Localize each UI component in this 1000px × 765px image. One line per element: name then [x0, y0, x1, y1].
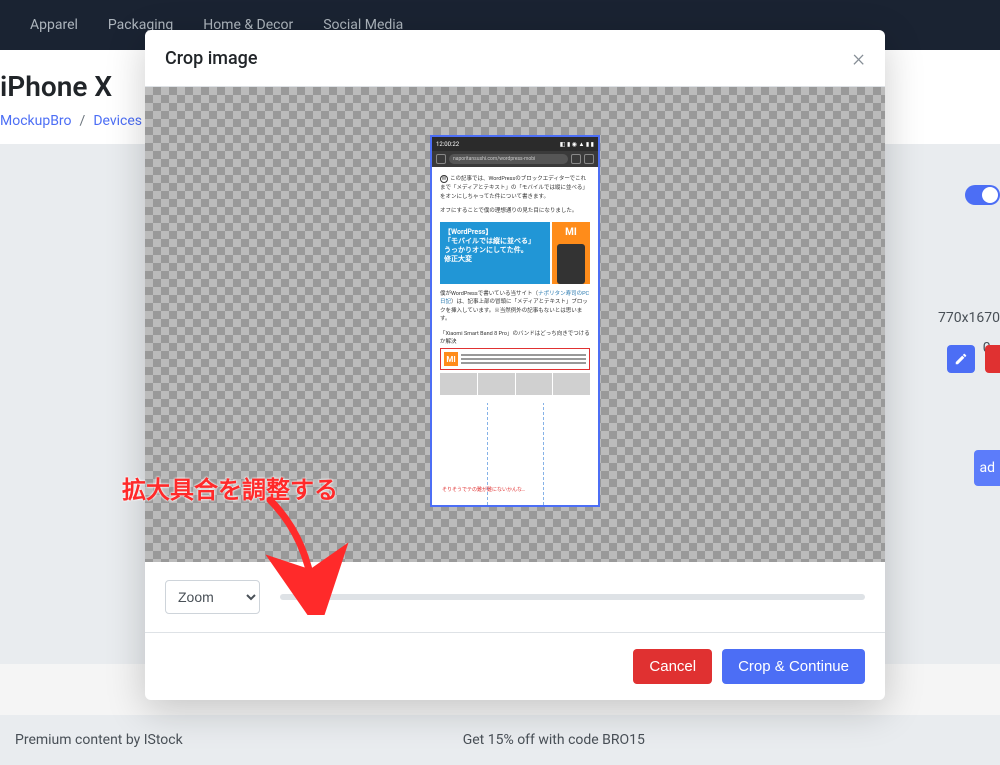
phone-thumbnails [440, 373, 590, 395]
phone-screenshot: 12:00:22 ◧ ▮ ◉ ▲ ▮ ▮ naporitansushi.com/… [432, 137, 598, 505]
phone-statusbar: 12:00:22 ◧ ▮ ◉ ▲ ▮ ▮ [432, 137, 598, 151]
modal-footer: Cancel Crop & Continue [145, 633, 885, 700]
phone-featured-card: 【WordPress】 「モバイルでは縦に並べる」 うっかりオンにしてた件。 修… [440, 222, 590, 284]
slider-track [280, 594, 865, 600]
zoom-controls: Zoom [145, 562, 885, 633]
phone-preview[interactable]: 12:00:22 ◧ ▮ ◉ ▲ ▮ ▮ naporitansushi.com/… [430, 135, 600, 507]
phone-paragraph: 僕がWordPressで書いている当サイト（ナポリタン寿司のPC日記）は、記事上… [440, 290, 590, 323]
phone-mockup-icon [557, 244, 585, 284]
crop-continue-button[interactable]: Crop & Continue [722, 649, 865, 684]
phone-status-icons: ◧ ▮ ◉ ▲ ▮ ▮ [560, 141, 594, 148]
thumb [440, 373, 477, 395]
zoom-select[interactable]: Zoom [165, 580, 260, 614]
text-lines [461, 352, 586, 366]
featured-thumb: MI [552, 222, 590, 284]
home-icon [436, 154, 446, 164]
featured-title: 【WordPress】 「モバイルでは縦に並べる」 うっかりオンにしてた件。 修… [440, 222, 550, 284]
phone-urlbar: naporitansushi.com/wordpress-mobi [432, 151, 598, 167]
cancel-button[interactable]: Cancel [633, 649, 712, 684]
zoom-slider[interactable] [280, 587, 865, 607]
menu-icon [584, 154, 594, 164]
crop-modal: Crop image × 12:00:22 ◧ ▮ ◉ ▲ ▮ ▮ napori… [145, 30, 885, 700]
annotation-label: 拡大具合を調整する [122, 470, 338, 505]
mi-logo-icon: MI [444, 352, 458, 366]
thumb [553, 373, 590, 395]
phone-paragraph: Wこの記事では、WordPressのブロックエディターでこれまで「メディアとテキ… [440, 175, 590, 201]
thumb [516, 373, 553, 395]
modal-title: Crop image [165, 48, 258, 69]
phone-caption: そりそうでテの難が難にないかんな… [442, 486, 525, 493]
close-icon[interactable]: × [852, 46, 865, 70]
phone-highlight-box: MI [440, 348, 590, 370]
plus-icon [571, 154, 581, 164]
phone-section-title: 「Xiaomi Smart Band 8 Pro」のバンドはどっち向きでつけるか… [440, 329, 590, 345]
slider-thumb[interactable] [307, 589, 323, 605]
phone-article: Wこの記事では、WordPressのブロックエディターでこれまで「メディアとテキ… [432, 167, 598, 403]
phone-paragraph: オフにすることで僕の理想通りの見た目になりました。 [440, 207, 590, 216]
mi-logo-icon: MI [561, 222, 581, 242]
phone-time: 12:00:22 [436, 141, 459, 148]
phone-url: naporitansushi.com/wordpress-mobi [449, 154, 568, 164]
thumb [478, 373, 515, 395]
wordpress-icon: W [440, 175, 448, 183]
modal-header: Crop image × [145, 30, 885, 87]
